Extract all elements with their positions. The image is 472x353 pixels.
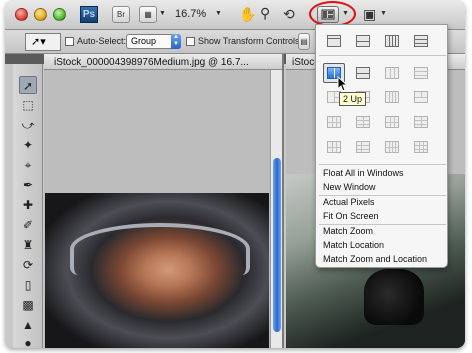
marquee-tool-icon[interactable]: ⬚ <box>19 96 37 114</box>
auto-select-label: Auto-Select: <box>77 36 127 46</box>
auto-select-checkbox[interactable] <box>65 37 74 46</box>
scrollbar-thumb[interactable] <box>273 158 281 332</box>
vertical-scrollbar[interactable] <box>270 70 282 348</box>
quick-selection-tool-icon[interactable]: ✦ <box>19 136 37 154</box>
layout-tile-rows <box>356 141 370 153</box>
menu-item-actual-pixels[interactable]: Actual Pixels <box>323 197 375 207</box>
move-tool-icon[interactable]: ➚ <box>19 76 37 94</box>
menu-item-match-location[interactable]: Match Location <box>323 240 384 250</box>
photoshop-logo: Ps <box>80 6 98 23</box>
document-window-1: iStock_000004398976Medium.jpg @ 16.7... <box>44 54 284 348</box>
lasso-tool-icon[interactable]: ⤻ <box>19 116 37 134</box>
view-extras-chevron-icon[interactable]: ▼ <box>159 10 166 17</box>
layout-tile-columns <box>385 141 399 153</box>
canvas-1[interactable] <box>44 70 270 348</box>
layout-consolidate-all[interactable] <box>327 35 341 47</box>
clone-stamp-tool-icon[interactable]: ♜ <box>19 236 37 254</box>
gradient-tool-icon[interactable]: ▩ <box>19 296 37 314</box>
auto-select-dropdown[interactable]: Group ▲ ▼ <box>126 34 181 49</box>
menu-separator <box>319 164 446 165</box>
eyedropper-tool-icon[interactable]: ✒ <box>19 176 37 194</box>
zoom-level-menu[interactable]: 16.7% <box>175 8 206 20</box>
zoom-window-button[interactable] <box>53 8 66 21</box>
dodge-tool-icon[interactable]: ● <box>19 334 37 348</box>
layout-4-up-stacked <box>414 91 428 103</box>
eraser-tool-icon[interactable]: ▯ <box>19 276 37 294</box>
blur-tool-icon[interactable]: ▲ <box>19 316 37 334</box>
layout-rows[interactable] <box>414 35 428 47</box>
crop-tool-icon[interactable]: ⌖ <box>19 156 37 174</box>
layout-2-up-horizontal[interactable] <box>356 67 370 79</box>
view-extras-button[interactable]: ▦ <box>139 6 157 23</box>
layout-6-up-alt <box>414 116 428 128</box>
document-title-1: iStock_000004398976Medium.jpg @ 16.7... <box>54 57 249 68</box>
mouse-pointer-icon <box>337 76 349 92</box>
history-brush-tool-icon[interactable]: ⟳ <box>19 256 37 274</box>
helmet-visor-shape <box>70 223 250 275</box>
motorcycle-shape <box>364 269 424 325</box>
screen-mode-icon[interactable]: ▣ <box>363 6 376 23</box>
screen-mode-chevron-icon[interactable]: ▼ <box>380 10 387 17</box>
show-transform-controls-label: Show Transform Controls <box>198 36 300 46</box>
layout-3-up-vertical <box>385 67 399 79</box>
menu-separator <box>319 224 446 225</box>
layout-tile-grid <box>414 141 428 153</box>
document-tab-1[interactable]: iStock_000004398976Medium.jpg @ 16.7... <box>44 54 282 70</box>
brush-tool-icon[interactable]: ✐ <box>19 216 37 234</box>
align-top-button[interactable]: ▤ <box>298 33 310 50</box>
menu-item-float-all-in-windows[interactable]: Float All in Windows <box>323 168 404 178</box>
tools-panel: ➚ ⬚ ⤻ ✦ ⌖ ✒ ✚ ✐ ♜ ⟳ ▯ ▩ ▲ ● <box>13 64 43 348</box>
healing-brush-tool-icon[interactable]: ✚ <box>19 196 37 214</box>
auto-select-value: Group <box>131 36 157 46</box>
tool-preset-picker[interactable]: ➚▾ <box>25 33 61 51</box>
menu-separator <box>319 55 446 56</box>
layout-5-up-stacked <box>356 116 370 128</box>
minimize-window-button[interactable] <box>34 8 47 21</box>
layout-6-up <box>385 116 399 128</box>
layout-tile-all <box>327 141 341 153</box>
arrange-documents-menu: Float All in Windows New Window Actual P… <box>315 24 448 268</box>
zoom-tool-icon[interactable]: ⚲ <box>260 5 270 22</box>
photoshop-window: Ps Br ▦ ▼ 16.7% ▼ ✋ ⚲ ⟲ ▼ ▣ ▼ ➚▾ Auto-Se… <box>5 0 465 348</box>
menu-item-match-zoom-and-location[interactable]: Match Zoom and Location <box>323 254 427 264</box>
layout-4-up-vertical <box>385 91 399 103</box>
menu-item-match-zoom[interactable]: Match Zoom <box>323 226 373 236</box>
close-window-button[interactable] <box>15 8 28 21</box>
layout-tooltip: 2 Up <box>339 92 367 106</box>
zoom-chevron-down-icon[interactable]: ▼ <box>215 10 222 17</box>
layout-5-up <box>327 116 341 128</box>
menu-item-fit-on-screen[interactable]: Fit On Screen <box>323 211 379 221</box>
layout-columns[interactable] <box>385 35 399 47</box>
hand-icon[interactable]: ✋ <box>239 6 256 23</box>
launch-bridge-button[interactable]: Br <box>112 6 130 23</box>
layout-2-up-horizontal-alt[interactable] <box>356 35 370 47</box>
motorcycle-rider-photo <box>45 193 269 348</box>
layout-3-up-horizontal <box>414 67 428 79</box>
menu-item-new-window[interactable]: New Window <box>323 182 376 192</box>
menu-separator <box>319 195 446 196</box>
show-transform-controls-checkbox[interactable] <box>186 37 195 46</box>
select-arrows-icon: ▲ ▼ <box>171 34 181 49</box>
rotate-view-icon[interactable]: ⟲ <box>283 6 295 23</box>
